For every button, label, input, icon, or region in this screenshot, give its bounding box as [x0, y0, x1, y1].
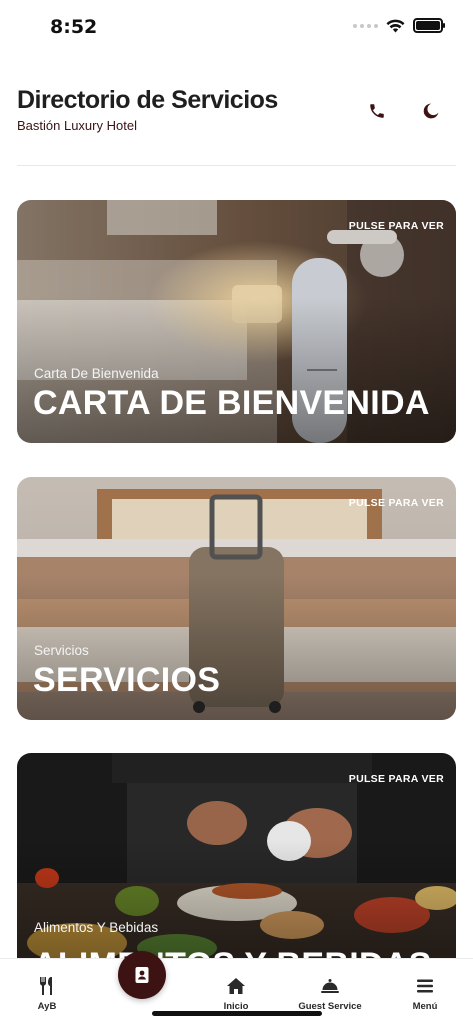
card-carta-bienvenida[interactable]: PULSE PARA VER Carta De Bienvenida CARTA… [17, 200, 456, 443]
card-servicios[interactable]: PULSE PARA VER Servicios SERVICIOS [17, 477, 456, 720]
status-bar: 8:52 [0, 0, 473, 54]
status-time: 8:52 [50, 16, 98, 38]
home-indicator [152, 1011, 322, 1016]
header-actions [366, 100, 442, 122]
home-icon [227, 978, 245, 994]
battery-icon [413, 18, 445, 33]
nav-item-ayb[interactable]: AyB [7, 975, 87, 1012]
dark-mode-toggle[interactable] [420, 100, 442, 122]
card-title: SERVICIOS [33, 661, 221, 699]
phone-button[interactable] [366, 100, 388, 122]
directory-button[interactable] [118, 951, 166, 999]
nav-label: Menú [412, 1001, 438, 1012]
card-alimentos-bebidas[interactable]: PULSE PARA VER Alimentos Y Bebidas ALIME… [17, 753, 456, 973]
nav-item-menu[interactable]: Menú [385, 975, 465, 1012]
wifi-icon [386, 19, 405, 32]
nav-item-inicio[interactable]: Inicio [196, 975, 276, 1012]
page-header: Directorio de Servicios Bastión Luxury H… [17, 86, 456, 166]
status-icons [353, 18, 445, 33]
card-title: CARTA DE BIENVENIDA [33, 384, 430, 422]
menu-icon [417, 979, 433, 993]
signal-icon [353, 23, 378, 28]
tap-to-view-badge: PULSE PARA VER [348, 773, 444, 785]
nav-label: AyB [37, 1001, 57, 1012]
card-subtitle: Alimentos Y Bebidas [34, 920, 159, 935]
service-bell-icon [321, 979, 339, 993]
directory-icon [135, 967, 149, 983]
moon-icon [423, 103, 439, 119]
bottom-navigation: AyB Inicio Guest Service Menú [0, 951, 473, 1024]
card-subtitle: Servicios [34, 643, 89, 658]
fork-knife-icon [40, 977, 52, 995]
nav-item-guest-service[interactable]: Guest Service [290, 975, 370, 1012]
tap-to-view-badge: PULSE PARA VER [348, 220, 444, 232]
phone-icon [370, 104, 384, 118]
tap-to-view-badge: PULSE PARA VER [348, 497, 444, 509]
card-subtitle: Carta De Bienvenida [34, 366, 159, 381]
